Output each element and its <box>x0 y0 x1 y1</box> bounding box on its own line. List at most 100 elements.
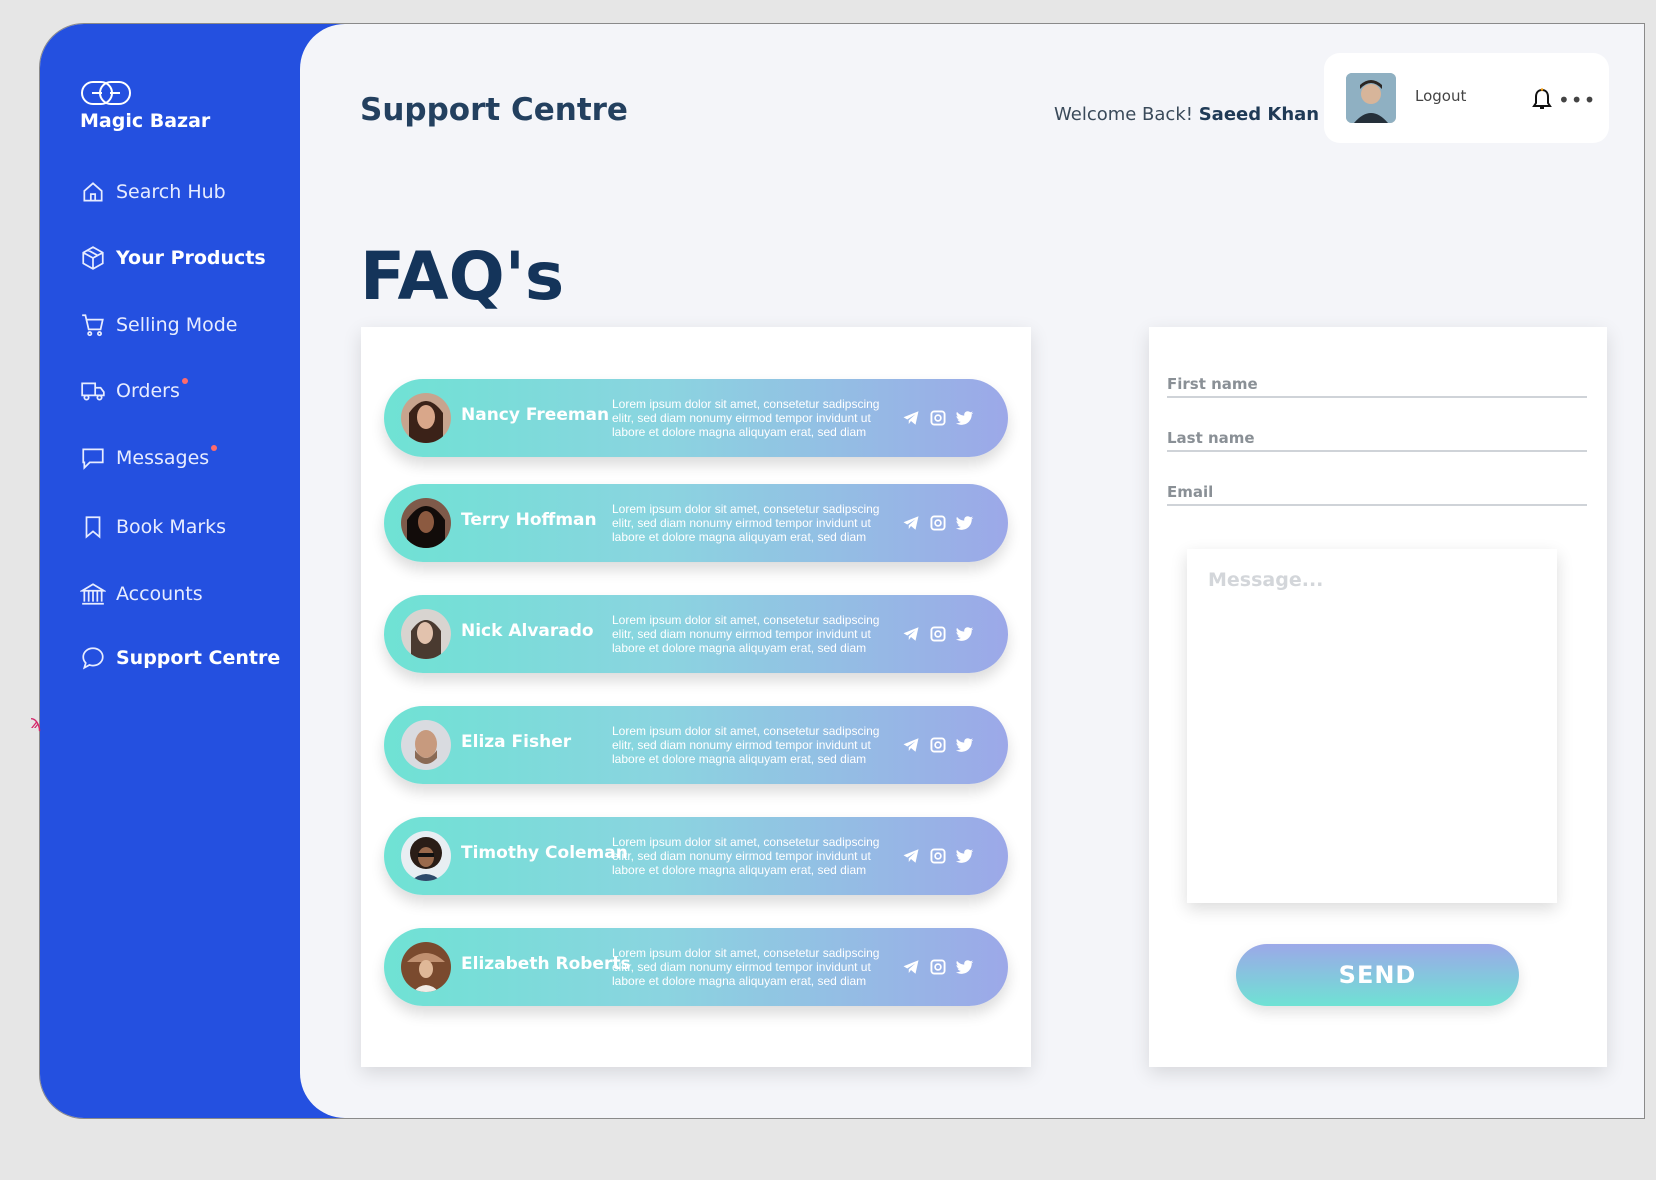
page-title: Support Centre <box>360 92 628 128</box>
faq-name: Timothy Coleman <box>461 843 628 863</box>
bank-icon <box>80 583 106 605</box>
faq-panel: Nancy Freeman Lorem ipsum dolor sit amet… <box>361 327 1031 1067</box>
welcome-prefix: Welcome Back! <box>1054 104 1193 125</box>
faq-row[interactable]: Terry Hoffman Lorem ipsum dolor sit amet… <box>384 484 1008 562</box>
twitter-icon[interactable] <box>956 736 974 754</box>
social-links <box>902 736 974 754</box>
faq-heading: FAQ's <box>360 238 565 315</box>
notification-dot <box>181 378 188 384</box>
first-name-field[interactable]: First name <box>1167 369 1587 398</box>
sidebar-item-label: Accounts <box>116 583 203 605</box>
email-label: Email <box>1167 483 1214 501</box>
twitter-icon[interactable] <box>956 514 974 532</box>
sidebar-item-label: Your Products <box>116 247 266 269</box>
sidebar-item-orders[interactable]: Orders <box>80 378 188 404</box>
profile-photo <box>401 720 451 770</box>
sidebar-item-messages[interactable]: Messages <box>80 445 218 471</box>
cart-icon <box>82 314 104 337</box>
bell-icon[interactable] <box>1530 87 1554 113</box>
home-icon <box>83 182 103 202</box>
social-links <box>902 409 974 427</box>
truck-icon <box>81 382 105 401</box>
profile-photo <box>401 942 451 992</box>
sidebar-item-selling-mode[interactable]: Selling Mode <box>80 312 238 338</box>
faq-description: Lorem ipsum dolor sit amet, consetetur s… <box>612 835 880 877</box>
profile-photo <box>401 609 451 659</box>
faq-description: Lorem ipsum dolor sit amet, consetetur s… <box>612 724 880 766</box>
box-icon <box>82 246 104 270</box>
faq-name: Terry Hoffman <box>461 510 597 530</box>
sidebar-item-accounts[interactable]: Accounts <box>80 581 203 607</box>
telegram-icon[interactable] <box>902 958 920 976</box>
faq-row[interactable]: Nick Alvarado Lorem ipsum dolor sit amet… <box>384 595 1008 673</box>
instagram-icon[interactable] <box>929 958 947 976</box>
brand-logo-icon <box>81 81 131 105</box>
social-links <box>902 625 974 643</box>
message-placeholder: Message... <box>1208 569 1324 591</box>
last-name-label: Last name <box>1167 429 1255 447</box>
telegram-icon[interactable] <box>902 409 920 427</box>
sidebar-item-label: Book Marks <box>116 516 227 538</box>
social-links <box>902 958 974 976</box>
twitter-icon[interactable] <box>956 847 974 865</box>
message-textarea[interactable]: Message... <box>1187 549 1557 903</box>
faq-row[interactable]: Elizabeth Roberts Lorem ipsum dolor sit … <box>384 928 1008 1006</box>
stray-mark: ϡ <box>30 712 42 733</box>
telegram-icon[interactable] <box>902 736 920 754</box>
faq-description: Lorem ipsum dolor sit amet, consetetur s… <box>612 946 880 988</box>
twitter-icon[interactable] <box>956 409 974 427</box>
twitter-icon[interactable] <box>956 958 974 976</box>
send-button[interactable]: SEND <box>1236 944 1519 1006</box>
instagram-icon[interactable] <box>929 625 947 643</box>
faq-row[interactable]: Timothy Coleman Lorem ipsum dolor sit am… <box>384 817 1008 895</box>
sidebar-item-label: Support Centre <box>116 647 281 669</box>
faq-description: Lorem ipsum dolor sit amet, consetetur s… <box>612 397 880 439</box>
instagram-icon[interactable] <box>929 736 947 754</box>
sidebar-item-label: Selling Mode <box>116 314 238 336</box>
social-links <box>902 847 974 865</box>
instagram-icon[interactable] <box>929 847 947 865</box>
avatar[interactable] <box>1346 73 1396 123</box>
faq-row[interactable]: Nancy Freeman Lorem ipsum dolor sit amet… <box>384 379 1008 457</box>
sidebar-item-label: Messages <box>116 447 210 469</box>
sidebar-item-your-products[interactable]: Your Products <box>80 245 266 271</box>
user-card: Logout ••• <box>1324 53 1609 143</box>
notification-dot <box>211 445 218 451</box>
profile-photo <box>401 393 451 443</box>
faq-row[interactable]: Eliza Fisher Lorem ipsum dolor sit amet,… <box>384 706 1008 784</box>
telegram-icon[interactable] <box>902 514 920 532</box>
faq-description: Lorem ipsum dolor sit amet, consetetur s… <box>612 613 880 655</box>
more-options-button[interactable]: ••• <box>1558 88 1596 112</box>
sidebar-item-support-centre[interactable]: Support Centre <box>80 645 280 671</box>
user-name: Saeed Khan <box>1198 104 1320 125</box>
bookmark-icon <box>85 516 101 539</box>
email-field[interactable]: Email <box>1167 477 1587 506</box>
faq-description: Lorem ipsum dolor sit amet, consetetur s… <box>612 502 880 544</box>
faq-name: Nick Alvarado <box>461 621 594 641</box>
sidebar-item-book-marks[interactable]: Book Marks <box>80 514 226 540</box>
telegram-icon[interactable] <box>902 847 920 865</box>
instagram-icon[interactable] <box>929 514 947 532</box>
telegram-icon[interactable] <box>902 625 920 643</box>
sidebar-item-label-wrap: Messages <box>116 445 218 469</box>
profile-photo <box>401 831 451 881</box>
faq-name: Elizabeth Roberts <box>461 954 631 974</box>
brand-logo[interactable]: Magic Bazar <box>80 78 210 132</box>
social-links <box>902 514 974 532</box>
faq-name: Eliza Fisher <box>461 732 572 752</box>
logout-link[interactable]: Logout <box>1415 87 1466 105</box>
instagram-icon[interactable] <box>929 409 947 427</box>
twitter-icon[interactable] <box>956 625 974 643</box>
first-name-label: First name <box>1167 375 1258 393</box>
sidebar-item-label: Orders <box>116 380 180 402</box>
sidebar-item-label-wrap: Orders <box>116 378 188 402</box>
sidebar-item-search-hub[interactable]: Search Hub <box>80 179 226 205</box>
contact-form: First name Last name Email Message... SE… <box>1149 327 1607 1067</box>
avatar-image <box>1346 73 1396 123</box>
speech-bubble-icon <box>82 647 104 670</box>
last-name-field[interactable]: Last name <box>1167 423 1587 452</box>
faq-name: Nancy Freeman <box>461 405 610 425</box>
welcome-message: Welcome Back! Saeed Khan <box>1054 104 1319 125</box>
brand-name: Magic Bazar <box>80 110 211 132</box>
chat-icon <box>82 448 104 470</box>
